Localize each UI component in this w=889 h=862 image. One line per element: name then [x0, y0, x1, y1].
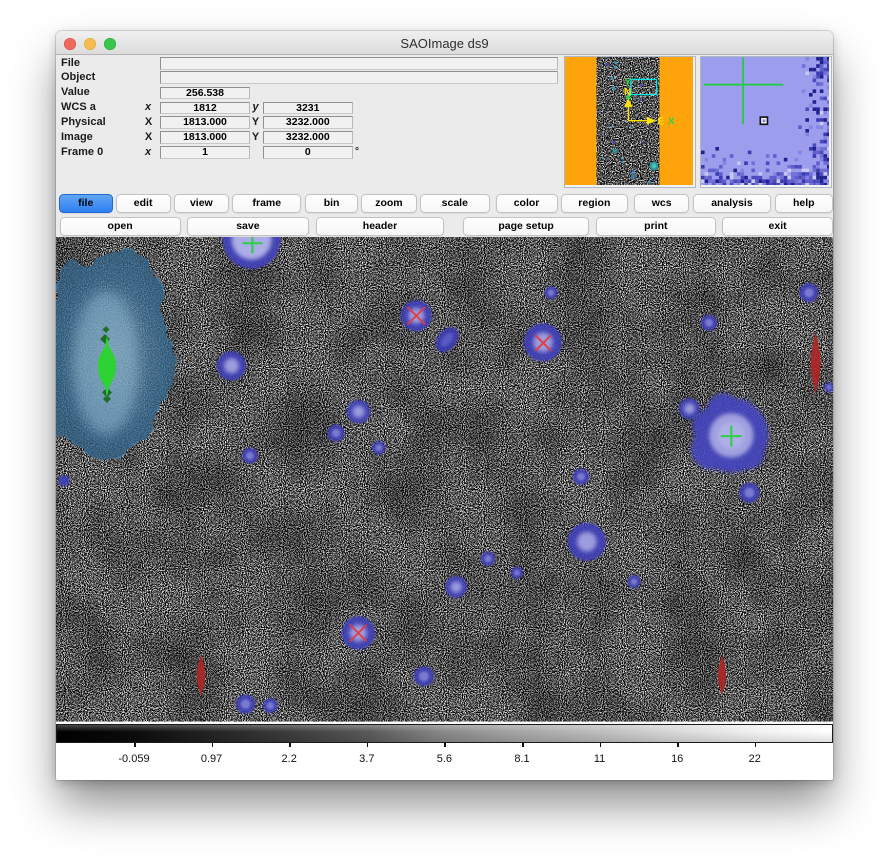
svg-text:X: X [668, 117, 675, 128]
svg-text:E: E [658, 117, 665, 128]
svg-text:N: N [624, 87, 631, 98]
